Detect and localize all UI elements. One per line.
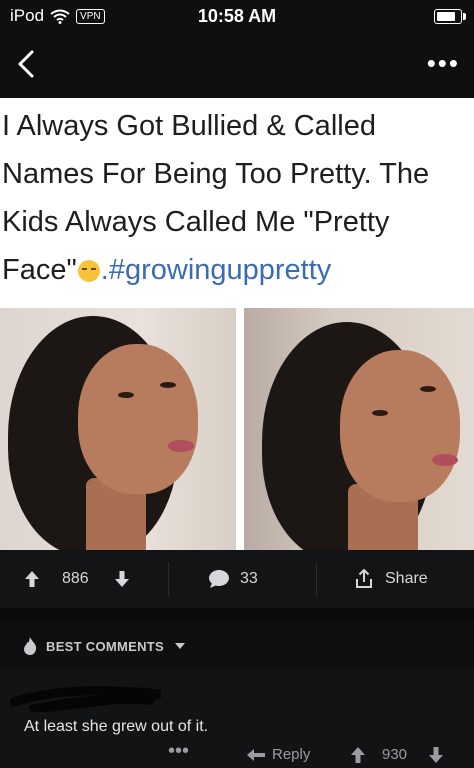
meme-line: Face" .#growinguppretty [2,246,472,294]
photo-right[interactable] [244,308,474,550]
comment-bubble-icon [209,570,229,588]
meme-line: Kids Always Called Me "Pretty [2,206,390,238]
share-icon [356,569,372,588]
battery-level [437,12,455,21]
share-label: Share [385,570,428,587]
crying-face-emoji-icon [77,260,100,283]
divider [316,562,317,596]
comment-more-button[interactable]: ••• [168,740,189,763]
upvote-button[interactable] [24,550,40,608]
status-time: 10:58 AM [197,6,277,26]
meme-line: Names For Being Too Pretty. The [2,158,430,190]
section-gap [0,608,474,622]
meme-line: I Always Got Bullied & Called [2,110,376,142]
comment-count: 33 [240,570,258,587]
downvote-arrow-icon [115,571,129,587]
comment-body: At least she grew out of it. [24,718,209,735]
status-bar: iPod VPN 10:58 AM [0,0,474,34]
flame-icon [24,637,37,655]
reply-arrow-icon [247,748,265,761]
sort-label: BEST COMMENTS [46,638,165,654]
comment: At least she grew out of it. ••• Reply 9… [0,670,474,767]
post-action-bar: 886 33 Share [0,550,474,609]
caret-down-icon [175,643,186,649]
meme-caption: I Always Got Bullied & Called Names For … [2,102,472,294]
battery-icon [434,9,466,24]
comment-upvote-icon[interactable] [350,746,366,764]
downvote-button[interactable] [114,550,130,608]
post-image-text: I Always Got Bullied & Called Names For … [0,98,474,294]
hashtag-dot: . [100,254,109,286]
divider [168,562,169,596]
photo-left[interactable] [0,308,236,550]
meme-line-4-text: Face" [2,254,77,286]
hashtag: #growinguppretty [108,254,332,286]
nav-bar: ••• [0,34,474,98]
reply-button[interactable]: Reply [246,746,310,763]
redacted-username [10,686,161,712]
reply-label: Reply [272,746,311,763]
comment-downvote-icon[interactable] [428,746,444,764]
post-photos[interactable] [0,294,474,550]
back-chevron-icon[interactable] [10,44,44,84]
upvote-arrow-icon [25,571,39,587]
share-button[interactable]: Share [355,550,428,608]
comments-button[interactable]: 33 [208,550,258,608]
upvote-count: 886 [62,570,89,587]
comment-score: 930 [382,746,408,763]
comment-actions: ••• Reply 930 [0,740,474,768]
comment-sort-bar[interactable]: BEST COMMENTS [0,622,474,671]
more-dots-icon[interactable]: ••• [427,48,460,79]
